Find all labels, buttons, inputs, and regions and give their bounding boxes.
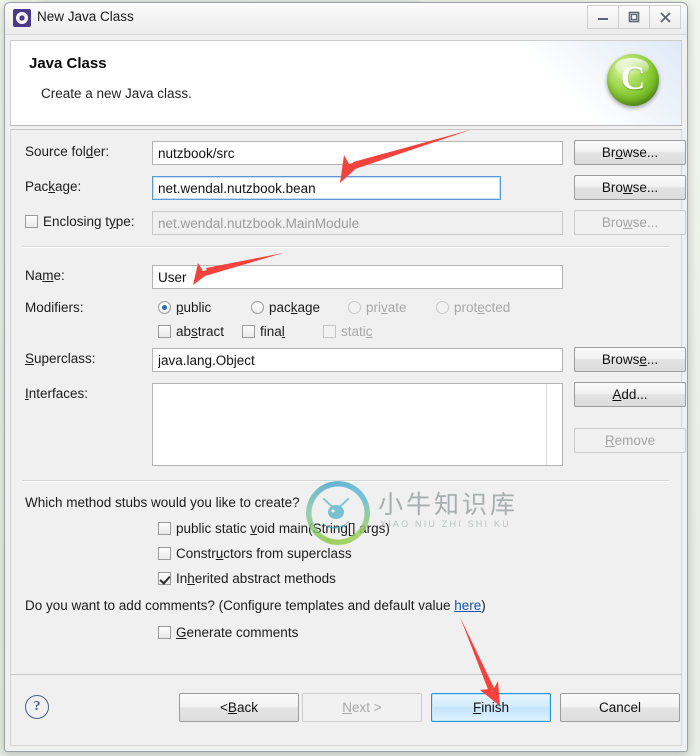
stub-main-method[interactable]: public static void main(String[] args) — [158, 521, 390, 536]
interfaces-row: Interfaces: Add... Remove — [11, 382, 686, 472]
comments-question-pre: Do you want to add comments? (Configure … — [25, 598, 455, 613]
radio-private-label: private — [366, 300, 407, 315]
source-folder-input[interactable] — [152, 141, 563, 165]
maximize-icon[interactable] — [619, 5, 650, 29]
checkbox-final[interactable] — [242, 325, 255, 338]
checkbox-inherited-abstract-label: Inherited abstract methods — [176, 571, 336, 586]
radio-private — [348, 301, 361, 314]
cancel-button[interactable]: Cancel — [560, 693, 680, 722]
next-button: Next > — [302, 693, 422, 722]
modifier-radio-private: private — [348, 300, 407, 315]
help-icon[interactable]: ? — [25, 695, 49, 719]
radio-package[interactable] — [251, 301, 264, 314]
watermark-chinese-text: 小牛知识库 — [378, 490, 519, 519]
checkbox-final-label: final — [260, 324, 285, 339]
radio-public[interactable] — [158, 301, 171, 314]
close-icon[interactable] — [650, 5, 681, 29]
modifier-radio-package[interactable]: package — [251, 300, 320, 315]
interfaces-list[interactable] — [152, 383, 563, 466]
enclosing-type-browse-button: Bro w se... — [574, 210, 686, 235]
source-folder-row: Source folder: Browse... — [11, 140, 686, 166]
interfaces-list-gutter — [546, 384, 547, 465]
package-input[interactable] — [152, 176, 501, 200]
comments-question: Do you want to add comments? (Configure … — [25, 598, 486, 613]
site-watermark: 小牛知识库 XIAO NIU ZHI SHI KU — [306, 475, 515, 555]
source-folder-browse-button[interactable]: Br o wse... — [574, 140, 686, 165]
java-class-wizard-icon — [13, 9, 31, 27]
enclosing-type-input — [152, 211, 563, 235]
modifier-check-abstract[interactable]: abstract — [158, 324, 224, 339]
separator-2 — [23, 480, 669, 482]
radio-protected — [436, 301, 449, 314]
generate-comments-option[interactable]: Generate comments — [158, 625, 298, 640]
window-title: New Java Class — [37, 9, 134, 24]
modifier-check-final[interactable]: final — [242, 324, 285, 339]
superclass-label: Superclass: — [25, 351, 96, 366]
enclosing-type-checkbox-group[interactable]: Enclosing type: — [25, 214, 135, 229]
radio-public-label: public — [176, 300, 212, 315]
checkbox-constructors-label: Constructors from superclass — [176, 546, 352, 561]
source-folder-label: Source folder: — [25, 144, 110, 159]
java-class-banner-icon: C — [607, 54, 659, 106]
checkbox-generate-comments[interactable] — [158, 626, 171, 639]
superclass-browse-button[interactable]: Brows e... — [574, 347, 686, 372]
wizard-body: Source folder: Browse... Package: Browse… — [10, 129, 686, 700]
name-input[interactable] — [152, 265, 563, 289]
superclass-input[interactable] — [152, 348, 563, 372]
enclosing-type-row: Enclosing type: Browse... — [11, 210, 686, 236]
name-row: Name: — [11, 264, 681, 290]
checkbox-abstract-label: abstract — [176, 324, 225, 339]
modifiers-row: Modifiers: public package private protec… — [11, 296, 681, 346]
finish-button[interactable]: Finish — [431, 693, 551, 722]
stub-constructors[interactable]: Constructors from superclass — [158, 546, 352, 561]
title-bar: New Java Class — [5, 3, 687, 35]
configure-templates-link[interactable]: here — [454, 598, 481, 613]
checkbox-static-label: static — [341, 324, 373, 339]
name-label: Name: — [25, 268, 65, 283]
page-description: Create a new Java class. — [41, 86, 192, 101]
interfaces-add-button[interactable]: Add... — [574, 382, 686, 407]
radio-protected-label: protected — [454, 300, 511, 315]
checkbox-main-method-label: public static void main(String[] args) — [176, 521, 390, 536]
comments-question-post: ) — [481, 598, 486, 613]
new-java-class-dialog: New Java Class Java Class Create a new J… — [4, 2, 688, 752]
package-label: Package: — [25, 179, 82, 194]
checkbox-abstract[interactable] — [158, 325, 171, 338]
modifier-check-static: static — [323, 324, 373, 339]
modifier-radio-protected: protected — [436, 300, 510, 315]
radio-package-label: package — [269, 300, 321, 315]
interfaces-remove-button: Remove — [574, 428, 686, 453]
stub-inherited-abstract[interactable]: Inherited abstract methods — [158, 571, 336, 586]
gear-glyph — [16, 12, 28, 24]
window-controls — [587, 5, 681, 29]
logo-letter: C — [620, 60, 646, 97]
enclosing-type-label: Enclosing type: — [43, 214, 135, 229]
modifiers-label: Modifiers: — [25, 300, 84, 315]
dialog-footer: ? < Back Next > Finish Cancel — [10, 674, 682, 746]
checkbox-main-method[interactable] — [158, 522, 171, 535]
watermark-pinyin-text: XIAO NIU ZHI SHI KU — [380, 519, 511, 529]
checkbox-constructors[interactable] — [158, 547, 171, 560]
method-stubs-question: Which method stubs would you like to cre… — [25, 495, 300, 510]
page-title: Java Class — [29, 55, 107, 72]
wizard-header: Java Class Create a new Java class. C — [10, 40, 682, 126]
minimize-icon[interactable] — [587, 5, 619, 29]
superclass-row: Superclass: Browse... — [11, 347, 686, 373]
package-browse-button[interactable]: Bro w se... — [574, 175, 686, 200]
checkbox-inherited-abstract[interactable] — [158, 572, 171, 585]
modifier-radio-public[interactable]: public — [158, 300, 211, 315]
interfaces-label: Interfaces: — [25, 386, 89, 401]
package-row: Package: Browse... — [11, 175, 686, 201]
back-button[interactable]: < Back — [179, 693, 299, 722]
enclosing-type-checkbox[interactable] — [25, 215, 38, 228]
checkbox-generate-comments-label: Generate comments — [176, 625, 299, 640]
checkbox-static — [323, 325, 336, 338]
separator-1 — [23, 246, 669, 248]
